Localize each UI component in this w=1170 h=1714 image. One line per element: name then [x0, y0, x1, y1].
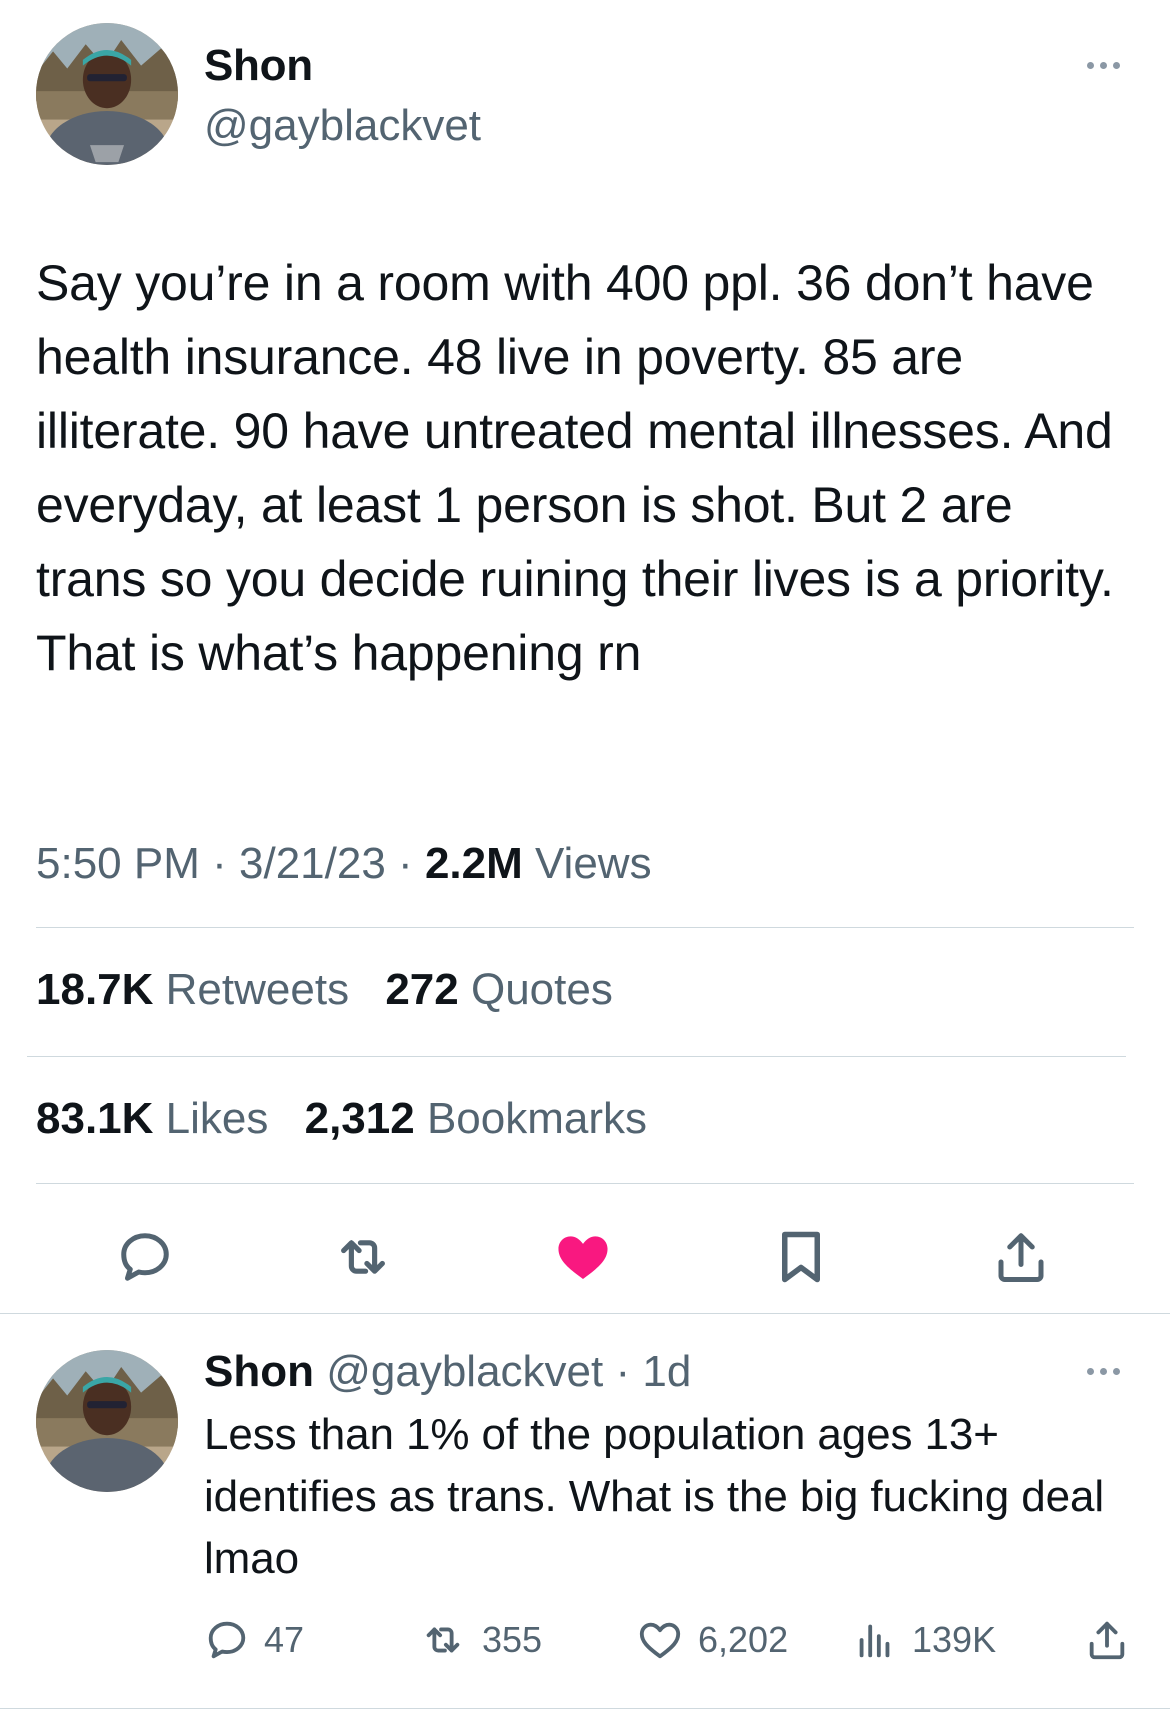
- more-options-icon[interactable]: [1087, 1368, 1120, 1375]
- likes-stat[interactable]: 83.1K Likes: [36, 1094, 268, 1143]
- bookmarks-count: 2,312: [304, 1094, 415, 1143]
- heart-icon: [558, 1236, 608, 1279]
- tweet-text: Say you’re in a room with 400 ppl. 36 do…: [36, 255, 1114, 681]
- retweets-count: 18.7K: [36, 965, 154, 1014]
- retweets-stat[interactable]: 18.7K Retweets: [36, 965, 349, 1014]
- meta-separator: ·: [212, 839, 227, 888]
- reply-like-count: 6,202: [698, 1619, 789, 1660]
- speech-bubble-icon: [208, 1621, 246, 1659]
- reply-like-button[interactable]: 6,202: [636, 1614, 788, 1666]
- views-label: Views: [535, 839, 652, 888]
- reply-author-name[interactable]: Shon: [204, 1347, 314, 1396]
- like-button[interactable]: [548, 1222, 618, 1292]
- reply-author-handle[interactable]: @gayblackvet: [326, 1347, 603, 1396]
- share-upload-icon: [998, 1233, 1044, 1282]
- share-upload-icon: [1089, 1621, 1125, 1660]
- quotes-label: Quotes: [470, 965, 613, 1014]
- tweet-date[interactable]: 3/21/23: [239, 839, 386, 888]
- divider: [27, 1056, 1126, 1057]
- reply-action-bar: 47 355 6,202 139K: [0, 1614, 1170, 1666]
- divider: [0, 1708, 1170, 1709]
- likes-label: Likes: [165, 1094, 269, 1143]
- reply-author-avatar[interactable]: [36, 1350, 178, 1492]
- divider: [36, 1183, 1134, 1184]
- bookmarks-label: Bookmarks: [426, 1094, 648, 1143]
- reply-text: Less than 1% of the population ages 13+ …: [204, 1410, 1105, 1583]
- heart-icon: [639, 1622, 681, 1659]
- engagement-row-1: 18.7K Retweets 272 Quotes: [36, 964, 637, 1016]
- author-handle[interactable]: @gayblackvet: [204, 100, 481, 152]
- divider: [36, 927, 1134, 928]
- reply-header: Shon @gayblackvet · 1d: [204, 1344, 691, 1400]
- retweet-button[interactable]: [328, 1222, 398, 1292]
- avatar-photo: [36, 23, 178, 165]
- quotes-stat[interactable]: 272 Quotes: [385, 965, 613, 1014]
- tweet-metadata: 5:50 PM · 3/21/23 · 2.2M Views: [36, 838, 652, 890]
- reply-button[interactable]: [110, 1222, 180, 1292]
- bookmark-button[interactable]: [766, 1222, 836, 1292]
- reply-retweet-count: 355: [482, 1619, 543, 1660]
- views-count: 2.2M: [424, 839, 523, 888]
- author-name[interactable]: Shon: [204, 40, 313, 92]
- tweet-time[interactable]: 5:50 PM: [36, 839, 200, 888]
- retweets-label: Retweets: [165, 965, 350, 1014]
- reply-age[interactable]: 1d: [642, 1347, 691, 1396]
- author-avatar[interactable]: [36, 23, 178, 165]
- avatar-photo: [36, 1350, 178, 1492]
- bookmarks-stat[interactable]: 2,312 Bookmarks: [305, 1094, 647, 1143]
- quotes-count: 272: [385, 965, 459, 1014]
- reply-retweet-button[interactable]: 355: [418, 1614, 542, 1666]
- reply-separator: ·: [615, 1347, 631, 1396]
- reply-views-button[interactable]: 139K: [852, 1614, 996, 1666]
- speech-bubble-icon: [121, 1233, 169, 1281]
- reply-views-count: 139K: [912, 1619, 997, 1660]
- more-options-icon[interactable]: [1087, 62, 1120, 69]
- reply-share-button[interactable]: [1084, 1614, 1130, 1666]
- share-button[interactable]: [986, 1222, 1056, 1292]
- divider: [0, 1313, 1170, 1314]
- engagement-row-2: 83.1K Likes 2,312 Bookmarks: [36, 1093, 671, 1145]
- retweet-arrows-icon: [426, 1627, 460, 1653]
- reply-reply-button[interactable]: 47: [204, 1614, 304, 1666]
- likes-count: 83.1K: [36, 1094, 154, 1143]
- retweet-arrows-icon: [341, 1240, 385, 1274]
- meta-separator: ·: [398, 839, 413, 888]
- bookmark-icon: [782, 1231, 820, 1283]
- tweet-action-bar: [0, 1222, 1170, 1292]
- bar-chart-icon: [859, 1624, 890, 1658]
- reply-reply-count: 47: [264, 1619, 305, 1660]
